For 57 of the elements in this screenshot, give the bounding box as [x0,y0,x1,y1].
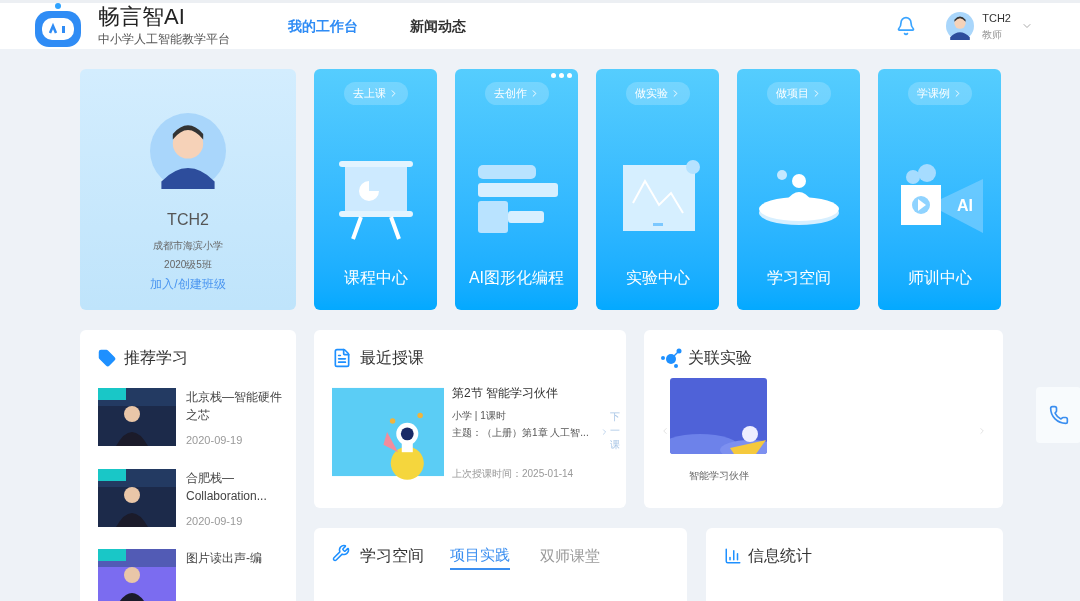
wrench-icon [332,544,350,562]
experiment-caption: 智能学习伙伴 [688,469,749,483]
ai-label: AI [956,197,973,214]
bar-chart-icon [724,547,742,565]
molecule-icon [660,348,682,368]
feature-tile[interactable]: 去创作 AI图形化编程 [455,69,578,310]
lesson-topic: 主题：（上册）第1章 人工智... [452,426,590,440]
class-name: 2020级5班 [164,258,212,272]
document-clock-icon [332,347,352,369]
brand-subtitle: 中小学人工智能教学平台 [98,31,230,48]
brand-name: 畅言智AI [98,4,186,30]
video-camera-icon [900,164,983,233]
action-pill[interactable]: 去上课 [343,82,408,105]
item-date: 2020-09-19 [186,433,244,448]
tile-title: 课程中心 [343,268,408,288]
avatar-icon [946,12,975,40]
lesson-meta: 小学 | 1课时 [452,409,507,423]
card-title: 学习空间 [360,546,424,566]
card-title: 最近授课 [360,348,424,368]
action-pill[interactable]: 做实验 [625,82,690,105]
tile-title: 实验中心 [625,268,690,288]
tab[interactable]: 项目实践 [450,544,510,570]
tile-title: AI图形化编程 [468,268,565,288]
recommend-item[interactable]: 合肥栈—Collaboration... 2020-09-19 [98,468,278,529]
card-title: 推荐学习 [124,348,188,368]
phone-button[interactable] [1036,387,1080,443]
action-pill[interactable]: 学课例 [907,82,972,105]
item-date: 2020-09-19 [186,513,244,529]
phone-icon [1048,405,1069,425]
item-title: 北京栈—智能硬件之芯 [186,389,283,424]
card-title: 信息统计 [748,546,812,566]
notification-bell-icon[interactable] [896,15,917,37]
more-dots-icon[interactable] [551,73,572,78]
feature-tile[interactable]: 做实验 实验中心 [596,69,719,310]
card-title: 关联实验 [688,348,752,368]
action-pill[interactable]: 去创作 [484,82,549,105]
user-name: TCH2 [982,11,1011,27]
nav-link[interactable]: 新闻动态 [410,15,466,37]
feature-tile[interactable]: 做项目 学习空间 [737,69,860,310]
feature-tile[interactable]: 学课例 AI 师训中心 [878,69,1001,310]
item-title: 合肥栈—Collaboration... [186,469,268,505]
tab[interactable]: 双师课堂 [540,544,600,570]
profile-name: TCH2 [167,210,209,230]
chevron-icon [600,426,609,438]
last-taught-time: 上次授课时间：2025-01-14 [452,467,575,481]
recommend-item[interactable]: 图片读出声-编 [98,549,278,601]
tile-title: 学习空间 [766,268,831,288]
nav-link[interactable]: 我的工作台 [288,15,358,37]
user-role: 教师 [982,27,1004,42]
tag-icon [98,349,116,367]
item-title: 图片读出声-编 [186,550,263,567]
action-pill[interactable]: 做项目 [766,82,831,105]
tile-title: 师训中心 [907,268,972,288]
feature-tile[interactable]: 去上课 课程中心 [314,69,437,310]
lesson-title: 第2节 智能学习伙伴 [452,385,559,402]
join-class-link[interactable]: 加入/创建班级 [150,275,226,293]
school-name: 成都市海滨小学 [153,239,223,253]
